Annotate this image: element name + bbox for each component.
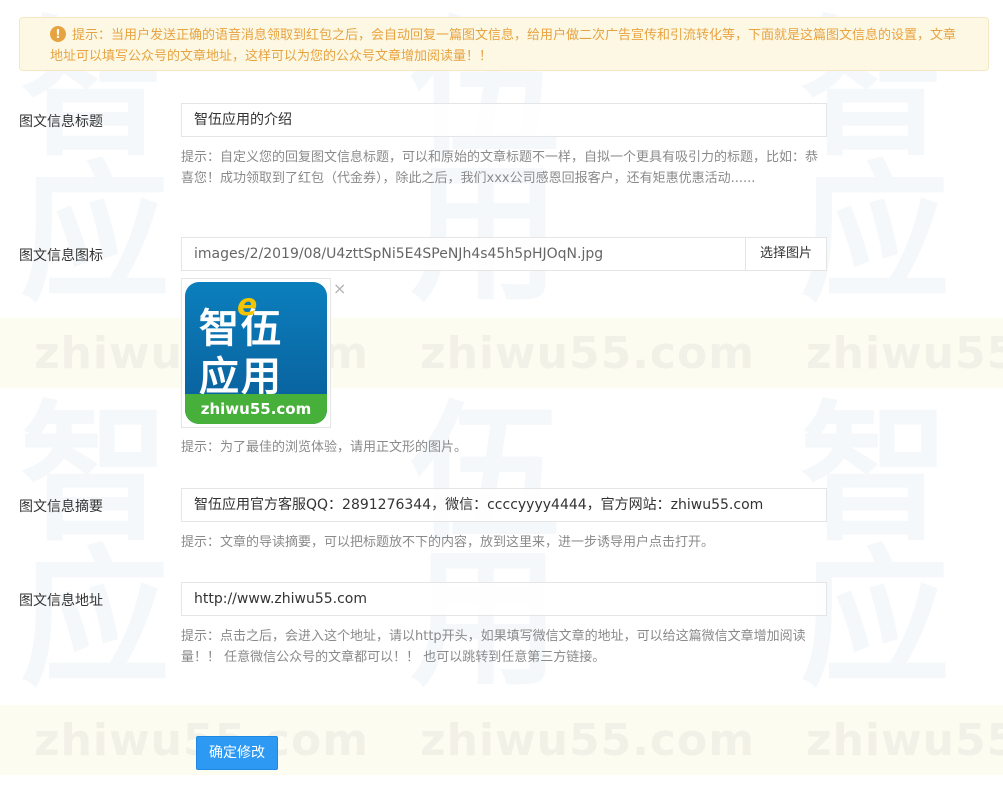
summary-input[interactable]: 智伍应用官方客服QQ：2891276344，微信：ccccyyyy4444，官方…	[181, 488, 827, 522]
watermark-glyph: 应	[800, 533, 951, 707]
icon-hint: 提示：为了最佳的浏览体验，请用正文形的图片。	[181, 440, 468, 455]
logo-domain: zhiwu55.com	[200, 400, 312, 418]
logo-e-mark: e	[237, 288, 258, 323]
select-image-button[interactable]: 选择图片	[745, 237, 827, 271]
watermark-glyph: 智	[20, 388, 171, 562]
remove-image-icon[interactable]: ×	[333, 281, 346, 297]
title-label: 图文信息标题	[19, 114, 103, 130]
watermark-glyph: 用	[410, 533, 561, 707]
submit-button[interactable]: 确定修改	[196, 736, 278, 770]
url-label: 图文信息地址	[19, 593, 103, 609]
zhiwu-logo-image: 智伍 e 应用 zhiwu55.com	[185, 282, 327, 424]
notice-alert: ! 提示：当用户发送正确的语音消息领取到红包之后，会自动回复一篇图文信息，给用户…	[19, 17, 989, 71]
watermark-glyph: 伍	[410, 388, 561, 562]
summary-hint: 提示：文章的导读摘要，可以把标题放不下的内容，放到这里来，进一步诱导用户点击打开…	[181, 535, 715, 550]
watermark-text: zhiwu55.com	[806, 328, 1003, 379]
url-input[interactable]: http://www.zhiwu55.com	[181, 582, 827, 616]
url-hint: 提示：点击之后，会进入这个地址，请以http开头，如果填写微信文章的地址，可以给…	[181, 629, 806, 665]
title-input[interactable]: 智伍应用的介绍	[181, 103, 827, 137]
watermark-text: zhiwu55.com	[806, 715, 1003, 766]
watermark-glyph: 应	[20, 533, 171, 707]
watermark-text: zhiwu55.com	[420, 328, 756, 379]
watermark-text: zhiwu55.com	[420, 715, 756, 766]
title-hint: 提示：自定义您的回复图文信息标题，可以和原始的文章标题不一样，自拟一个更具有吸引…	[181, 150, 819, 186]
exclamation-icon: !	[50, 26, 66, 42]
icon-path-input[interactable]: images/2/2019/08/U4zttSpNi5E4SPeNJh4s45h…	[181, 237, 746, 271]
notice-text: 提示：当用户发送正确的语音消息领取到红包之后，会自动回复一篇图文信息，给用户做二…	[50, 28, 957, 64]
icon-preview: 智伍 e 应用 zhiwu55.com	[181, 278, 331, 428]
summary-label: 图文信息摘要	[19, 499, 103, 515]
icon-label: 图文信息图标	[19, 248, 103, 264]
watermark-band	[0, 705, 1003, 775]
watermark-glyph: 智	[800, 388, 951, 562]
watermark-glyph: 应	[20, 148, 171, 322]
watermark-band	[0, 318, 1003, 388]
